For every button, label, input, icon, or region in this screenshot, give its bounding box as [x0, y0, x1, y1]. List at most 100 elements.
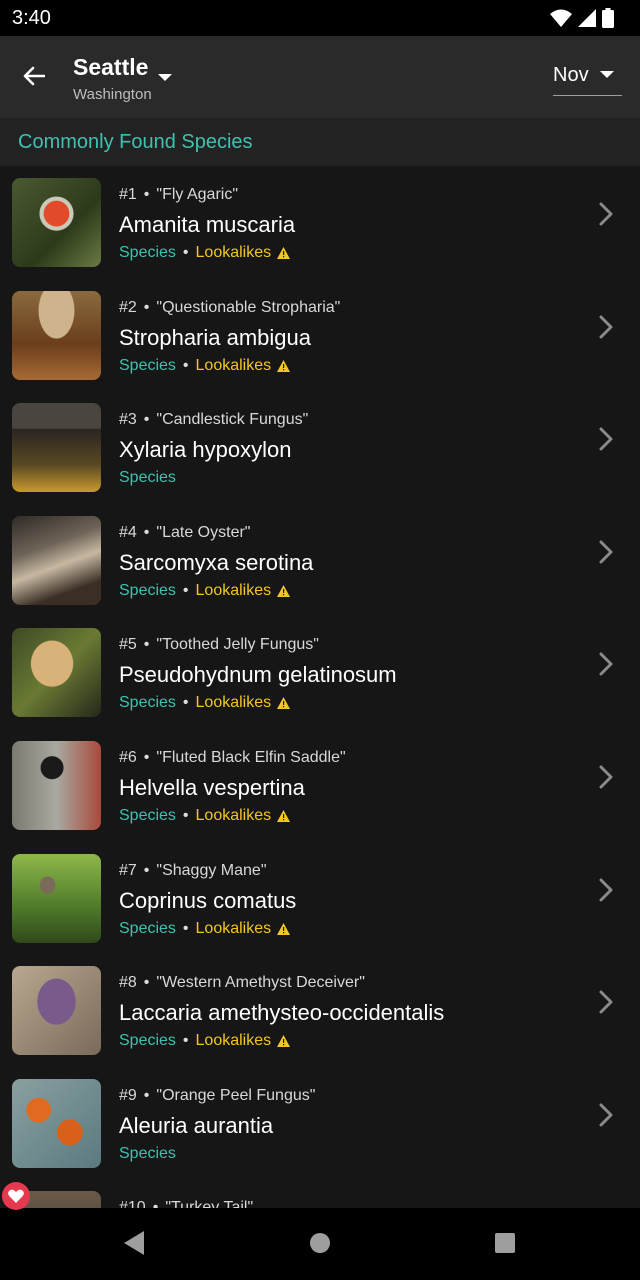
nav-back-icon[interactable]	[122, 1230, 146, 1256]
chevron-right-icon[interactable]	[596, 650, 616, 678]
species-links: Species • Lookalikes	[119, 807, 291, 825]
species-rank-common: #4 • "Late Oyster"	[119, 524, 250, 542]
warning-icon	[277, 247, 291, 259]
separator-dot: •	[143, 1086, 150, 1104]
species-photo	[12, 1078, 101, 1168]
month-value: Nov	[553, 64, 589, 86]
species-links: Species • Lookalikes	[119, 694, 291, 712]
nav-recents-icon[interactable]	[494, 1230, 516, 1256]
species-links: Species • Lookalikes	[119, 920, 291, 938]
species-common-name: "Toothed Jelly Fungus"	[156, 636, 319, 654]
species-common-name: "Turkey Tail"	[165, 1199, 254, 1208]
species-list-item[interactable]: #4 • "Late Oyster" Sarcomyxa serotina Specie…	[0, 504, 640, 616]
chevron-right-icon[interactable]	[596, 763, 616, 791]
chevron-right-icon[interactable]	[596, 1101, 616, 1129]
species-list-item[interactable]: #9 • "Orange Peel Fungus" Aleuria aurantia S…	[0, 1067, 640, 1179]
lookalikes-link[interactable]: Lookalikes	[196, 582, 272, 600]
lookalikes-link[interactable]: Lookalikes	[196, 244, 272, 262]
species-list-item[interactable]: #3 • "Candlestick Fungus" Xylaria hypoxylon…	[0, 391, 640, 503]
species-common-name: "Questionable Stropharia"	[156, 298, 341, 316]
month-select[interactable]: Nov	[553, 60, 622, 96]
species-link[interactable]: Species	[119, 694, 176, 712]
lookalikes-link[interactable]: Lookalikes	[196, 807, 272, 825]
species-list-item[interactable]: #2 • "Questionable Stropharia" Stropharia a…	[0, 279, 640, 391]
chevron-right-icon[interactable]	[596, 538, 616, 566]
species-common-name: "Fluted Black Elfin Saddle"	[156, 749, 346, 766]
warning-icon	[277, 359, 291, 372]
species-link[interactable]: Species	[119, 357, 176, 375]
section-title: Commonly Found Species	[18, 131, 253, 153]
separator-dot: •	[143, 636, 150, 654]
lookalikes-link[interactable]: Lookalikes	[196, 694, 272, 712]
species-list-item[interactable]: #6 • "Fluted Black Elfin Saddle" Helvella v…	[0, 729, 640, 841]
species-scientific-name: Laccaria amethysteo-occidentalis	[119, 1000, 445, 1026]
species-scientific-name: Coprinus comatus	[119, 887, 297, 913]
favorite-badge[interactable]	[2, 1182, 30, 1210]
species-rank-common: #9 • "Orange Peel Fungus"	[119, 1087, 315, 1105]
battery-icon	[602, 8, 614, 28]
app-bar: Seattle Washington Nov	[0, 36, 640, 118]
species-rank: #9	[119, 1086, 137, 1104]
location-dropdown-icon[interactable]	[158, 72, 172, 82]
species-rank-common: #8 • "Western Amethyst Deceiver"	[119, 974, 365, 992]
signal-icon	[578, 9, 596, 27]
lookalikes-link[interactable]: Lookalikes	[196, 1032, 272, 1050]
status-time: 3:40	[12, 6, 51, 29]
species-list-item[interactable]: #7 • "Shaggy Mane" Coprinus comatus Species •…	[0, 842, 640, 954]
species-photo	[12, 741, 101, 830]
species-links: Species • Lookalikes	[119, 1032, 291, 1050]
species-list-item[interactable]: #5 • "Toothed Jelly Fungus" Pseudohydnum ge…	[0, 616, 640, 728]
separator-dot: •	[182, 581, 189, 599]
chevron-right-icon[interactable]	[596, 988, 616, 1016]
location-city[interactable]: Seattle	[73, 54, 148, 81]
species-link[interactable]: Species	[119, 1032, 176, 1050]
species-links: Species • Lookalikes	[119, 244, 291, 262]
chevron-right-icon[interactable]	[596, 876, 616, 904]
species-link[interactable]: Species	[119, 582, 176, 600]
species-link[interactable]: Species	[119, 920, 176, 938]
species-link[interactable]: Species	[119, 1145, 176, 1163]
species-rank-common: #5 • "Toothed Jelly Fungus"	[119, 636, 319, 654]
species-photo	[12, 515, 101, 605]
species-list-item[interactable]: #8 • "Western Amethyst Deceiver" Laccaria a…	[0, 954, 640, 1066]
separator-dot: •	[143, 298, 150, 316]
species-photo	[12, 853, 101, 943]
separator-dot: •	[152, 1199, 159, 1208]
species-scientific-name: Helvella vespertina	[119, 775, 305, 800]
separator-dot: •	[182, 356, 189, 374]
species-rank: #7	[119, 861, 137, 879]
species-link[interactable]: Species	[119, 244, 176, 262]
warning-icon	[277, 810, 291, 822]
separator-dot: •	[182, 244, 189, 261]
species-links: Species	[119, 1145, 176, 1163]
species-rank: #1	[119, 186, 137, 203]
separator-dot: •	[143, 411, 150, 429]
species-list-item[interactable]: #10 • "Turkey Tail"	[0, 1179, 640, 1208]
chevron-right-icon[interactable]	[596, 313, 616, 341]
species-link[interactable]: Species	[119, 469, 176, 487]
species-links: Species • Lookalikes	[119, 581, 291, 600]
separator-dot: •	[143, 974, 150, 992]
species-common-name: "Late Oyster"	[156, 523, 251, 541]
species-rank: #4	[119, 523, 137, 541]
lookalikes-link[interactable]: Lookalikes	[196, 920, 272, 938]
species-common-name: "Shaggy Mane"	[156, 861, 267, 879]
species-rank-common: #10 • "Turkey Tail"	[119, 1199, 253, 1208]
species-photo	[12, 628, 101, 718]
species-photo	[12, 178, 101, 267]
species-scientific-name: Pseudohydnum gelatinosum	[119, 662, 397, 688]
lookalikes-link[interactable]: Lookalikes	[196, 357, 272, 375]
chevron-right-icon[interactable]	[596, 200, 616, 228]
species-list[interactable]: #1 • "Fly Agaric" Amanita muscaria Species • L…	[0, 166, 640, 1208]
arrow-left-icon	[23, 66, 45, 86]
warning-icon	[277, 697, 291, 710]
nav-home-icon[interactable]	[309, 1230, 331, 1256]
chevron-right-icon[interactable]	[596, 425, 616, 453]
heart-icon	[8, 1189, 24, 1203]
species-list-item[interactable]: #1 • "Fly Agaric" Amanita muscaria Species • L…	[0, 166, 640, 278]
back-button[interactable]	[14, 56, 54, 96]
separator-dot: •	[182, 807, 189, 824]
separator-dot: •	[182, 694, 189, 712]
species-link[interactable]: Species	[119, 807, 176, 825]
species-scientific-name: Stropharia ambigua	[119, 324, 312, 350]
